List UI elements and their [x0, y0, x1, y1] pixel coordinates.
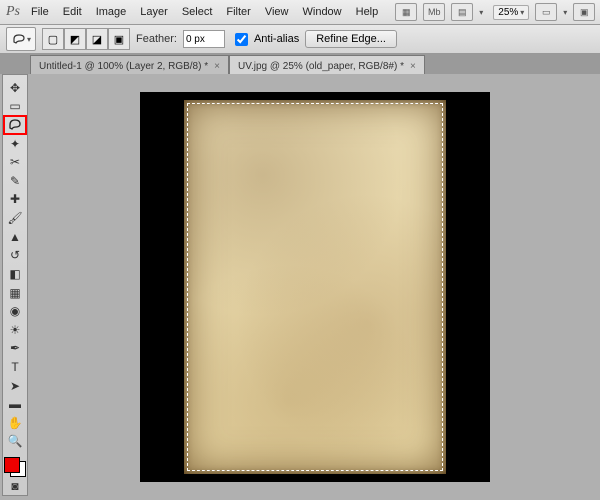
menu-select[interactable]: Select: [175, 3, 220, 21]
minibridge-icon[interactable]: Mb: [423, 3, 445, 21]
blur-tool[interactable]: ◉: [4, 302, 26, 320]
antialias-checkbox[interactable]: Anti-alias: [231, 30, 299, 49]
bridge-icon[interactable]: ▦: [395, 3, 417, 21]
path-selection-tool[interactable]: ➤: [4, 377, 26, 395]
menu-file[interactable]: File: [24, 3, 56, 21]
lasso-selection-marquee: [187, 103, 443, 471]
antialias-label: Anti-alias: [254, 33, 299, 45]
close-icon[interactable]: ×: [410, 61, 416, 72]
extras-icon[interactable]: ▤: [451, 3, 473, 21]
lasso-tool[interactable]: [4, 116, 26, 134]
selection-mode-group: ▢ ◩ ◪ ▣: [42, 28, 130, 50]
workspace: ✥ ▭ ✦ ✂ ✎ ✚ 🖌 ▲ ↺ ◧ ▦ ◉ ☀ ✒ T ➤ ▬ ✋ 🔍 ◙: [0, 74, 600, 500]
extras-dropdown[interactable]: [479, 6, 483, 18]
feather-label: Feather:: [136, 33, 177, 45]
eraser-tool[interactable]: ◧: [4, 265, 26, 283]
selection-intersect[interactable]: ▣: [108, 28, 130, 50]
options-bar: ▢ ◩ ◪ ▣ Feather: Anti-alias Refine Edge.…: [0, 25, 600, 54]
menu-help[interactable]: Help: [349, 3, 386, 21]
tab-label: UV.jpg @ 25% (old_paper, RGB/8#) *: [238, 61, 404, 72]
old-paper-layer[interactable]: [184, 100, 446, 474]
menu-window[interactable]: Window: [296, 3, 349, 21]
clone-stamp-tool[interactable]: ▲: [4, 228, 26, 246]
tab-uv-jpg[interactable]: UV.jpg @ 25% (old_paper, RGB/8#) * ×: [229, 55, 425, 76]
lasso-icon: [7, 118, 23, 132]
magic-wand-tool[interactable]: ✦: [4, 135, 26, 153]
antialias-check-input[interactable]: [235, 33, 248, 46]
crop-tool[interactable]: ✂: [4, 153, 26, 171]
lasso-icon: [11, 33, 27, 45]
tab-label: Untitled-1 @ 100% (Layer 2, RGB/8) *: [39, 61, 208, 72]
menu-image[interactable]: Image: [89, 3, 134, 21]
zoom-dropdown[interactable]: 25%: [493, 5, 529, 20]
type-tool[interactable]: T: [4, 358, 26, 376]
menu-filter[interactable]: Filter: [219, 3, 257, 21]
brush-tool[interactable]: 🖌: [4, 209, 26, 227]
selection-add[interactable]: ◩: [64, 28, 86, 50]
tool-preset-picker[interactable]: [6, 27, 36, 51]
canvas-area[interactable]: [34, 78, 596, 496]
quick-mask-toggle[interactable]: ◙: [4, 478, 26, 496]
eyedropper-tool[interactable]: ✎: [4, 172, 26, 190]
marquee-tool[interactable]: ▭: [4, 98, 26, 116]
screenmode-icon[interactable]: ▣: [573, 3, 595, 21]
dodge-tool[interactable]: ☀: [4, 321, 26, 339]
launch-icons: ▦ Mb ▤ 25% ▭ ▣: [395, 3, 600, 21]
refine-edge-button[interactable]: Refine Edge...: [305, 30, 397, 48]
history-brush-tool[interactable]: ↺: [4, 246, 26, 264]
gradient-tool[interactable]: ▦: [4, 284, 26, 302]
pen-tool[interactable]: ✒: [4, 340, 26, 358]
canvas-background: [140, 92, 490, 482]
color-swatches[interactable]: [4, 457, 26, 476]
document-tabs: Untitled-1 @ 100% (Layer 2, RGB/8) * × U…: [0, 54, 600, 76]
menu-layer[interactable]: Layer: [133, 3, 175, 21]
arrange-icon[interactable]: ▭: [535, 3, 557, 21]
zoom-tool[interactable]: 🔍: [4, 433, 26, 451]
menu-edit[interactable]: Edit: [56, 3, 89, 21]
menu-bar: Ps File Edit Image Layer Select Filter V…: [0, 0, 600, 25]
healing-brush-tool[interactable]: ✚: [4, 191, 26, 209]
close-icon[interactable]: ×: [214, 61, 220, 72]
menu-view[interactable]: View: [258, 3, 296, 21]
move-tool[interactable]: ✥: [4, 79, 26, 97]
foreground-color-swatch[interactable]: [4, 457, 20, 473]
app-logo: Ps: [6, 2, 20, 22]
selection-subtract[interactable]: ◪: [86, 28, 108, 50]
selection-new[interactable]: ▢: [42, 28, 64, 50]
hand-tool[interactable]: ✋: [4, 414, 26, 432]
shape-tool[interactable]: ▬: [4, 395, 26, 413]
toolbox: ✥ ▭ ✦ ✂ ✎ ✚ 🖌 ▲ ↺ ◧ ▦ ◉ ☀ ✒ T ➤ ▬ ✋ 🔍 ◙: [2, 74, 28, 496]
tab-untitled-1[interactable]: Untitled-1 @ 100% (Layer 2, RGB/8) * ×: [30, 55, 229, 76]
zoom-value: 25%: [498, 7, 518, 18]
feather-input[interactable]: [183, 30, 225, 48]
arrange-dropdown[interactable]: [563, 6, 567, 18]
